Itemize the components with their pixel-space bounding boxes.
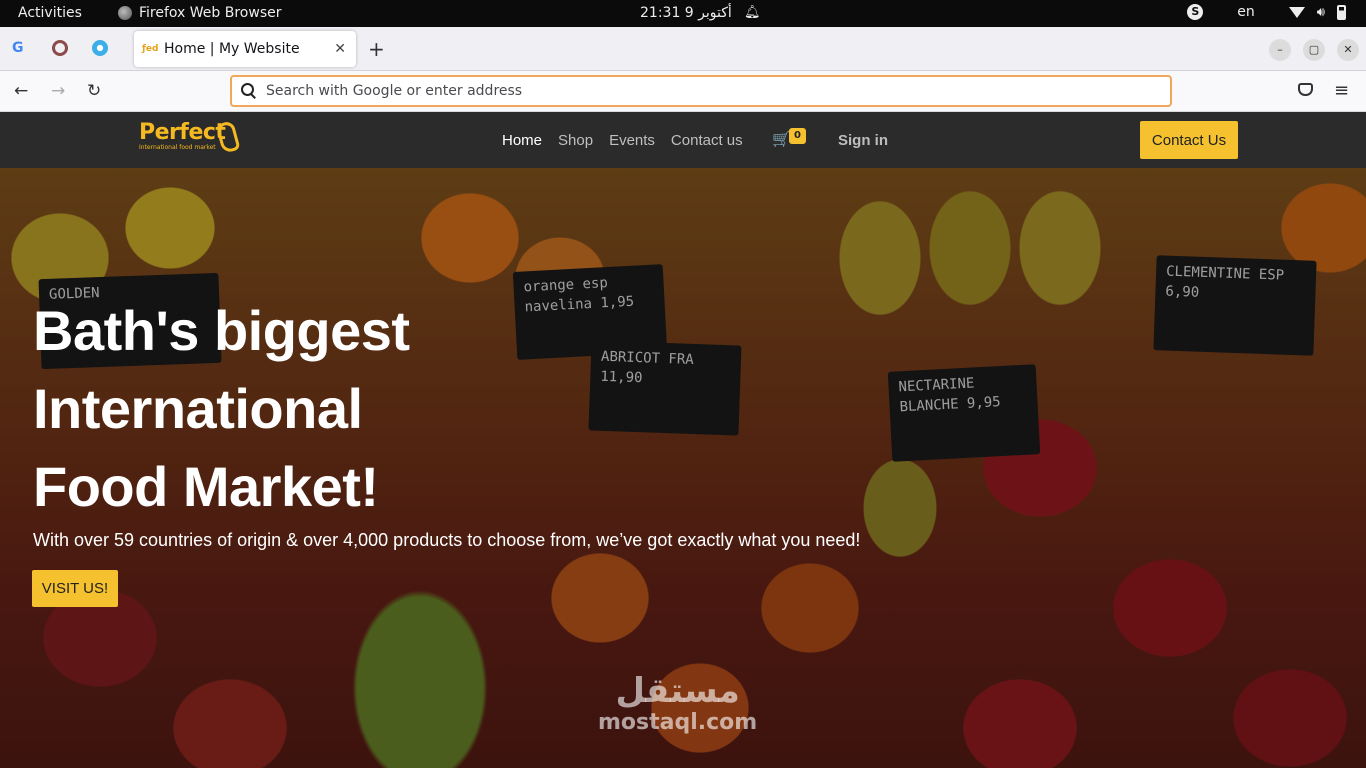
main-nav: Home Shop Events Contact us xyxy=(502,132,759,149)
volume-icon: 🔊︎ xyxy=(1316,4,1325,20)
bell-icon: 🔔︎ xyxy=(744,5,761,20)
nav-events[interactable]: Events xyxy=(609,132,655,149)
watermark: مستقل mostaql.com xyxy=(598,671,757,735)
hero-title: Bath's biggest International Food Market… xyxy=(33,299,410,518)
reload-icon[interactable]: ↻ xyxy=(87,81,101,101)
cart-count-badge: 0 xyxy=(789,128,806,144)
tab-strip: G ƒed Home | My Website ✕ + – ▢ ✕ xyxy=(0,27,1366,71)
skype-icon[interactable]: S xyxy=(1187,4,1204,20)
hamburger-menu-icon[interactable]: ≡ xyxy=(1334,80,1349,101)
minimize-button[interactable]: – xyxy=(1269,39,1291,61)
new-tab-button[interactable]: + xyxy=(368,37,385,61)
pocket-icon[interactable] xyxy=(1298,83,1313,96)
battery-icon xyxy=(1337,4,1346,20)
browser-toolbar: ← → ↻ ≡ xyxy=(0,71,1366,112)
back-arrow-icon[interactable]: ← xyxy=(14,81,28,101)
system-tray[interactable]: S en 🔊︎ xyxy=(1187,4,1346,20)
close-window-button[interactable]: ✕ xyxy=(1337,39,1359,61)
url-bar[interactable] xyxy=(230,75,1172,107)
search-icon xyxy=(240,82,258,100)
app-menu[interactable]: Firefox Web Browser xyxy=(118,5,282,21)
site-logo[interactable]: Perfect International food market xyxy=(139,120,241,160)
tab-close-icon[interactable]: ✕ xyxy=(334,41,346,57)
sign-in-link[interactable]: Sign in xyxy=(838,132,888,149)
address-input[interactable] xyxy=(266,83,1146,99)
pinned-tab-circle[interactable] xyxy=(52,40,68,56)
system-top-bar: Activities Firefox Web Browser 21:31 9 أ… xyxy=(0,0,1366,27)
activities-button[interactable]: Activities xyxy=(18,5,82,21)
visit-us-button[interactable]: VISIT US! xyxy=(32,570,118,607)
language-indicator[interactable]: en xyxy=(1237,4,1255,20)
cart-icon[interactable]: 🛒 xyxy=(772,130,791,148)
tab-home[interactable]: ƒed Home | My Website ✕ xyxy=(134,31,356,67)
watermark-arabic: مستقل xyxy=(615,671,740,711)
hero-subtitle: With over 59 countries of origin & over … xyxy=(33,530,861,550)
nav-home[interactable]: Home xyxy=(502,132,542,149)
clock[interactable]: 21:31 9 أكتوبر xyxy=(640,5,732,21)
firefox-icon xyxy=(118,6,132,20)
wifi-icon xyxy=(1288,6,1305,18)
tab-title: Home | My Website xyxy=(164,41,300,57)
site-header: Perfect International food market Home S… xyxy=(0,112,1366,168)
contact-us-button[interactable]: Contact Us xyxy=(1140,121,1238,159)
app-name: Firefox Web Browser xyxy=(139,5,282,21)
forward-arrow-icon[interactable]: → xyxy=(51,81,65,101)
pinned-tab-blue[interactable] xyxy=(92,40,108,56)
hero-section: GOLDEN orange esp navelina 1,95 ABRICOT … xyxy=(0,168,1366,768)
site-favicon-icon: ƒed xyxy=(142,44,159,54)
maximize-button[interactable]: ▢ xyxy=(1303,39,1325,61)
nav-shop[interactable]: Shop xyxy=(558,132,593,149)
nav-contact[interactable]: Contact us xyxy=(671,132,743,149)
pinned-tab-google[interactable]: G xyxy=(12,40,28,56)
watermark-latin: mostaql.com xyxy=(598,710,758,735)
